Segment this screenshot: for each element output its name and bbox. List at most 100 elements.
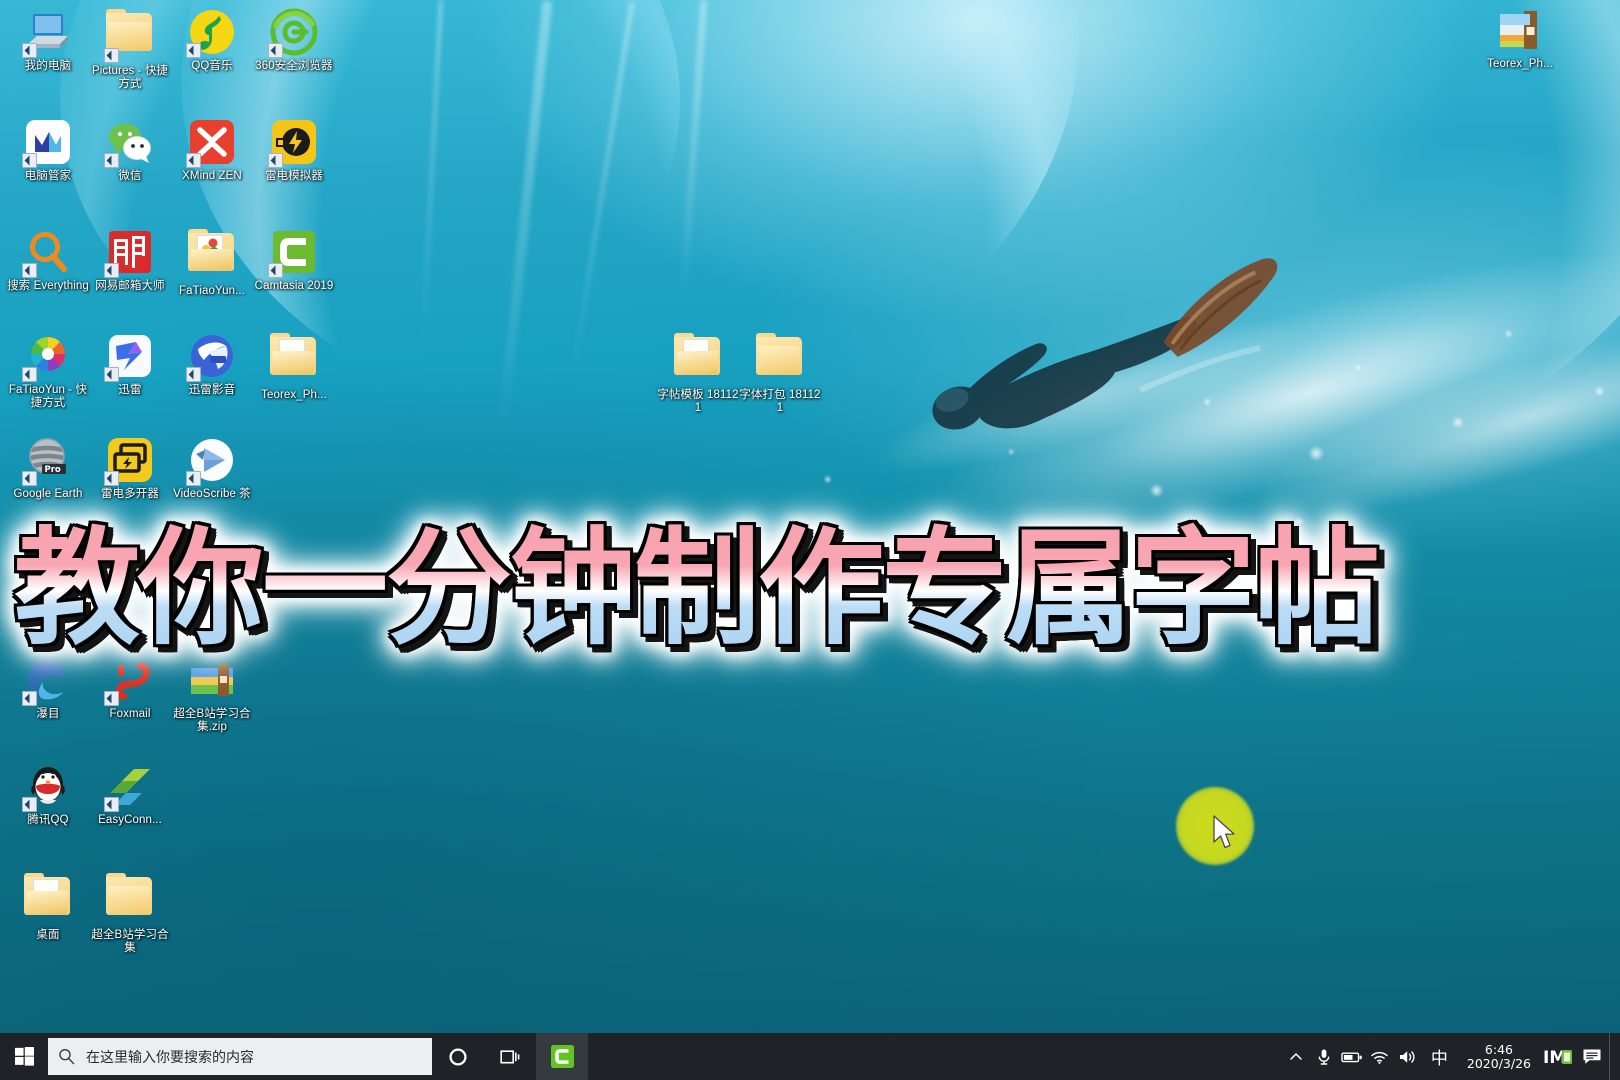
qq-icon (22, 762, 72, 812)
desktop-icon-wechat[interactable]: 微信 (88, 118, 172, 183)
computer-icon (22, 8, 72, 58)
desktop-icon-qq-music[interactable]: QQ音乐 (170, 8, 254, 73)
desktop-icon-pictures[interactable]: Pictures - 快捷方式 (88, 8, 172, 91)
ime-language-indicator[interactable]: 中 (1422, 1044, 1457, 1069)
qqmusic-icon (186, 8, 236, 58)
shortcut-arrow-icon (104, 471, 119, 486)
shortcut-arrow-icon (104, 263, 119, 278)
desktop-icon-label: 字帖模板 181121 (657, 389, 739, 414)
videoscribe-icon (186, 436, 236, 486)
xunlei-icon (104, 332, 154, 382)
desktop-icon-ld-multi[interactable]: 雷电多开器 (88, 436, 172, 501)
desktop-icon-videoscribe[interactable]: VideoScribe 茶 (170, 436, 254, 501)
taskbar-clock[interactable]: 6:46 2020/3/26 (1457, 1041, 1541, 1071)
folder-icon (756, 333, 804, 385)
folder-icon (106, 873, 154, 925)
desktop-icon-xmind-zen[interactable]: XMind ZEN (170, 118, 254, 183)
desktop-icon-label: 微信 (118, 170, 142, 182)
shortcut-arrow-icon (22, 691, 37, 706)
desktop-icon-fatiaoyun-sc[interactable]: FaTiaoYun - 快捷方式 (6, 332, 90, 410)
volume-tray-icon[interactable] (1394, 1033, 1422, 1080)
battery-tray-icon[interactable] (1338, 1033, 1366, 1080)
folderdoc-icon (270, 333, 318, 385)
shortcut-arrow-icon (186, 367, 201, 382)
desktop-icon-tencent-qq[interactable]: 腾讯QQ (6, 762, 90, 827)
search-input-placeholder[interactable]: 在这里输入你要搜索的内容 (86, 1047, 254, 1067)
desktop-icon-label: QQ音乐 (191, 60, 233, 72)
ldplayer-icon (268, 118, 318, 168)
clock-time: 6:46 (1484, 1041, 1513, 1057)
desktop-icon-browser-360[interactable]: 360安全浏览器 (252, 8, 336, 73)
desktop-icon-label: 字体打包 181121 (739, 389, 821, 414)
desktop-icon-netease-mail[interactable]: 网易邮箱大师 (88, 228, 172, 293)
desktop-icon-label: Camtasia 2019 (254, 280, 334, 292)
shortcut-arrow-icon (22, 263, 37, 278)
ime-tool-icon[interactable]: IM (1541, 1033, 1575, 1080)
desktop-icon-bili-zip[interactable]: 超全B站学习合集.zip (170, 656, 254, 734)
desktop-icon-ziti-template[interactable]: 字帖模板 181121 (656, 332, 740, 415)
desktop-icon-label: 超全B站学习合集 (91, 929, 169, 954)
desktop-icon-teorex-ph-folder[interactable]: Teorex_Ph... (252, 332, 336, 402)
ziparchive-icon (188, 656, 236, 704)
network-tray-icon[interactable] (1366, 1033, 1394, 1080)
desktop-icon-pc-manager[interactable]: 电脑管家 (6, 118, 90, 183)
shortcut-arrow-icon (104, 153, 119, 168)
desktop-icon-bili-folder[interactable]: 超全B站学习合集 (88, 872, 172, 955)
cursor-highlight (1176, 787, 1254, 865)
desktop-icon-label: 360安全浏览器 (255, 60, 333, 72)
pcmanager-icon (22, 118, 72, 168)
desktop-icon-camtasia-2019[interactable]: Camtasia 2019 (252, 228, 336, 293)
taskbar-search-box[interactable]: 在这里输入你要搜索的内容 (48, 1038, 432, 1075)
colorwheel-icon (22, 332, 72, 382)
folder-icon (104, 9, 154, 63)
notification-icon (1583, 1049, 1601, 1064)
foxmail-icon (104, 656, 154, 706)
start-button[interactable] (0, 1033, 48, 1080)
microphone-icon (1318, 1049, 1330, 1065)
task-view-button[interactable] (484, 1033, 536, 1080)
desktop-icon-foxmail[interactable]: Foxmail (88, 656, 172, 721)
clock-date: 2020/3/26 (1466, 1055, 1531, 1071)
desktop-icon-easyconnect[interactable]: EasyConn... (88, 762, 172, 827)
desktop-icon-fatiaoyun-folder[interactable]: FaTiaoYun... (170, 228, 254, 298)
desktop-icon-label: 雷电模拟器 (265, 170, 323, 182)
desktop-icon-label: 搜索 Everything (7, 280, 89, 292)
cortana-button[interactable] (432, 1033, 484, 1080)
shortcut-arrow-icon (22, 471, 37, 486)
desktop-icon-label: 雷电多开器 (101, 488, 159, 500)
rararchive-icon (1496, 6, 1544, 54)
easyconnect-icon (104, 762, 154, 812)
desktop-icon-label: Pictures - 快捷方式 (91, 65, 169, 90)
desktop-icon-google-earth[interactable]: Pro Google Earth (6, 436, 90, 501)
show-desktop-button[interactable] (1609, 1033, 1616, 1080)
search-icon (58, 1048, 75, 1065)
chevron-up-icon (1290, 1052, 1302, 1060)
desktop-icon-ziti-package[interactable]: 字体打包 181121 (738, 332, 822, 415)
desktop-icon-xunlei-player[interactable]: 迅雷影音 (170, 332, 254, 397)
desktop-icon-search-everything[interactable]: 搜索 Everything (6, 228, 90, 293)
desktop-icon-browser[interactable]: 瀑目 (6, 656, 90, 721)
wechat-icon (104, 118, 154, 168)
desktop-icon-ld-emulator[interactable]: 雷电模拟器 (252, 118, 336, 183)
desktop-icon-xunlei[interactable]: 迅雷 (88, 332, 172, 397)
folderdoc-icon (674, 333, 722, 385)
camtasia-taskbar-button[interactable] (536, 1033, 588, 1080)
taskbar: 在这里输入你要搜索的内容 中 6:46 2020/3/26 IM (0, 1033, 1620, 1080)
desktop-icon-teorex-ph-rar[interactable]: Teorex_Ph... (1478, 6, 1562, 71)
googleearth-icon: Pro (22, 436, 72, 486)
desktop-icon-label: 腾讯QQ (27, 814, 69, 826)
circle-icon (449, 1047, 467, 1066)
shortcut-arrow-icon (22, 43, 37, 58)
desktop-icon-my-computer[interactable]: 我的电脑 (6, 8, 90, 73)
desktop-icon-desktop-folder[interactable]: 桌面 (6, 872, 90, 942)
desktop-icon-label: VideoScribe 茶 (173, 488, 251, 500)
xmind-icon (186, 118, 236, 168)
shortcut-arrow-icon (104, 367, 119, 382)
show-hidden-icons-button[interactable] (1282, 1033, 1310, 1080)
shortcut-arrow-icon (104, 797, 119, 812)
desktop-icon-label: 我的电脑 (24, 60, 72, 72)
action-center-button[interactable] (1575, 1033, 1609, 1080)
camtasia-icon (550, 1045, 574, 1068)
microphone-tray-icon[interactable] (1310, 1033, 1338, 1080)
shortcut-arrow-icon (22, 797, 37, 812)
